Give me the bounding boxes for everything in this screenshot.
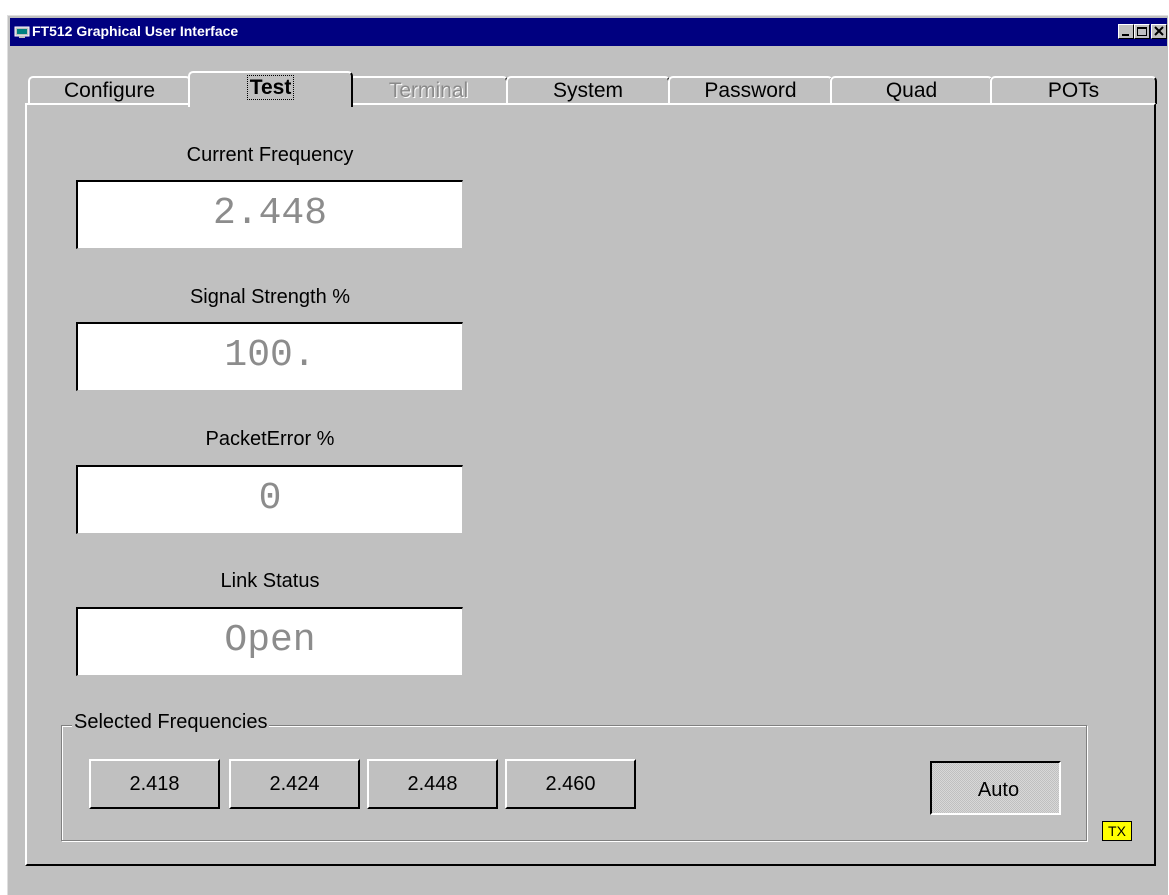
app-icon	[14, 26, 30, 38]
tab-label: Test	[246, 75, 295, 100]
frequency-button-2424[interactable]: 2.424	[229, 759, 360, 809]
maximize-button[interactable]	[1134, 24, 1150, 39]
tab-label: Configure	[63, 79, 156, 102]
tab-label: Terminal	[388, 79, 469, 102]
app-window: FT512 Graphical User Interface Configure…	[7, 15, 1168, 895]
frequency-button-2460[interactable]: 2.460	[505, 759, 636, 809]
link-status-display: Open	[76, 607, 463, 676]
close-icon	[1154, 26, 1164, 36]
auto-button-label: Auto	[977, 779, 1020, 801]
minimize-icon	[1122, 34, 1129, 36]
window-title: FT512 Graphical User Interface	[32, 23, 239, 39]
packet-error-label: PacketError %	[205, 428, 335, 450]
packet-error-display: 0	[76, 465, 463, 534]
tab-quad[interactable]: Quad	[830, 76, 993, 104]
current-frequency-label: Current Frequency	[186, 144, 354, 166]
tab-label: POTs	[1047, 79, 1100, 102]
current-frequency-display: 2.448	[76, 180, 463, 249]
link-status-label: Link Status	[220, 570, 320, 592]
maximize-icon	[1137, 27, 1147, 36]
signal-strength-label: Signal Strength %	[189, 286, 351, 308]
tab-pots[interactable]: POTs	[990, 76, 1157, 104]
selected-frequencies-title: Selected Frequencies	[72, 711, 270, 734]
title-bar[interactable]: FT512 Graphical User Interface	[10, 18, 1167, 46]
frequency-button-2448[interactable]: 2.448	[367, 759, 498, 809]
close-button[interactable]	[1151, 24, 1167, 39]
tab-label: System	[552, 79, 623, 102]
test-tab-panel: Current Frequency 2.448 Signal Strength …	[25, 103, 1156, 866]
tab-system[interactable]: System	[506, 76, 670, 104]
tab-label: Quad	[885, 79, 938, 102]
tab-label: Password	[704, 79, 797, 102]
auto-button[interactable]: Auto	[930, 761, 1061, 815]
tab-password[interactable]: Password	[668, 76, 833, 104]
minimize-button[interactable]	[1118, 24, 1134, 39]
tab-test[interactable]: Test	[188, 71, 353, 107]
signal-strength-display: 100.	[76, 322, 463, 391]
frequency-button-2418[interactable]: 2.418	[89, 759, 220, 809]
tx-indicator: TX	[1102, 821, 1132, 841]
tab-configure[interactable]: Configure	[28, 76, 191, 104]
tab-terminal[interactable]: Terminal	[349, 76, 508, 104]
